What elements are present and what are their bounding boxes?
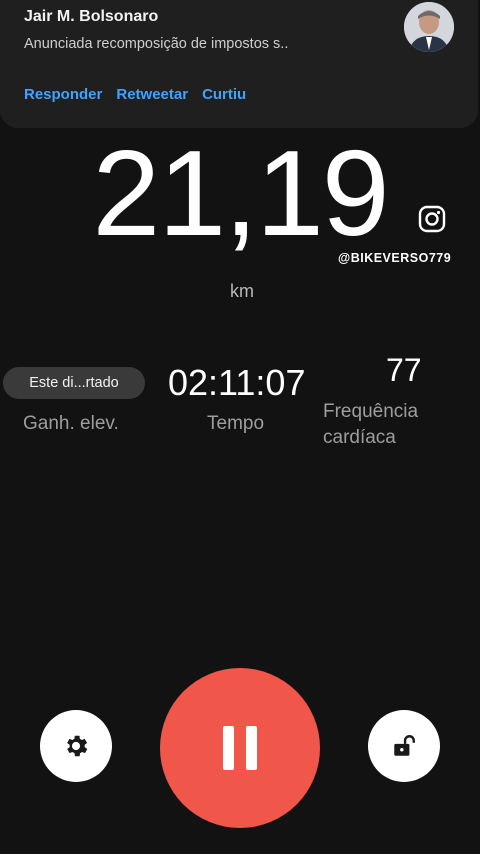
pause-icon xyxy=(223,726,257,770)
pause-button[interactable] xyxy=(160,668,320,828)
distance-value: 21,19 xyxy=(92,125,389,261)
time-value: 02:11:07 xyxy=(168,362,306,403)
gear-icon xyxy=(67,735,88,757)
heart-rate-label-line2: cardíaca xyxy=(323,427,396,448)
settings-button[interactable] xyxy=(40,710,112,782)
elevation-tooltip: Este di...rtado xyxy=(3,367,145,399)
reply-button[interactable]: Responder xyxy=(24,86,102,103)
elevation-label: Ganh. elev. xyxy=(23,413,119,434)
unlock-icon xyxy=(394,735,415,756)
time-label: Tempo xyxy=(207,413,265,434)
lock-button[interactable] xyxy=(368,710,440,782)
like-button[interactable]: Curtiu xyxy=(202,86,246,103)
avatar xyxy=(404,2,454,52)
heart-rate-value: 77 xyxy=(386,352,422,388)
notification-sender: Jair M. Bolsonaro xyxy=(24,8,159,25)
watermark-handle: @BIKEVERSO779 xyxy=(338,251,452,265)
retweet-button[interactable]: Retweetar xyxy=(116,86,188,103)
instagram-icon xyxy=(418,205,446,233)
tweet-notification[interactable]: Jair M. Bolsonaro Anunciada recomposição… xyxy=(0,0,478,128)
heart-rate-label-line1: Frequência xyxy=(323,401,419,422)
notification-body: Anunciada recomposição de impostos s.. xyxy=(24,36,289,52)
distance-unit: km xyxy=(230,281,254,301)
